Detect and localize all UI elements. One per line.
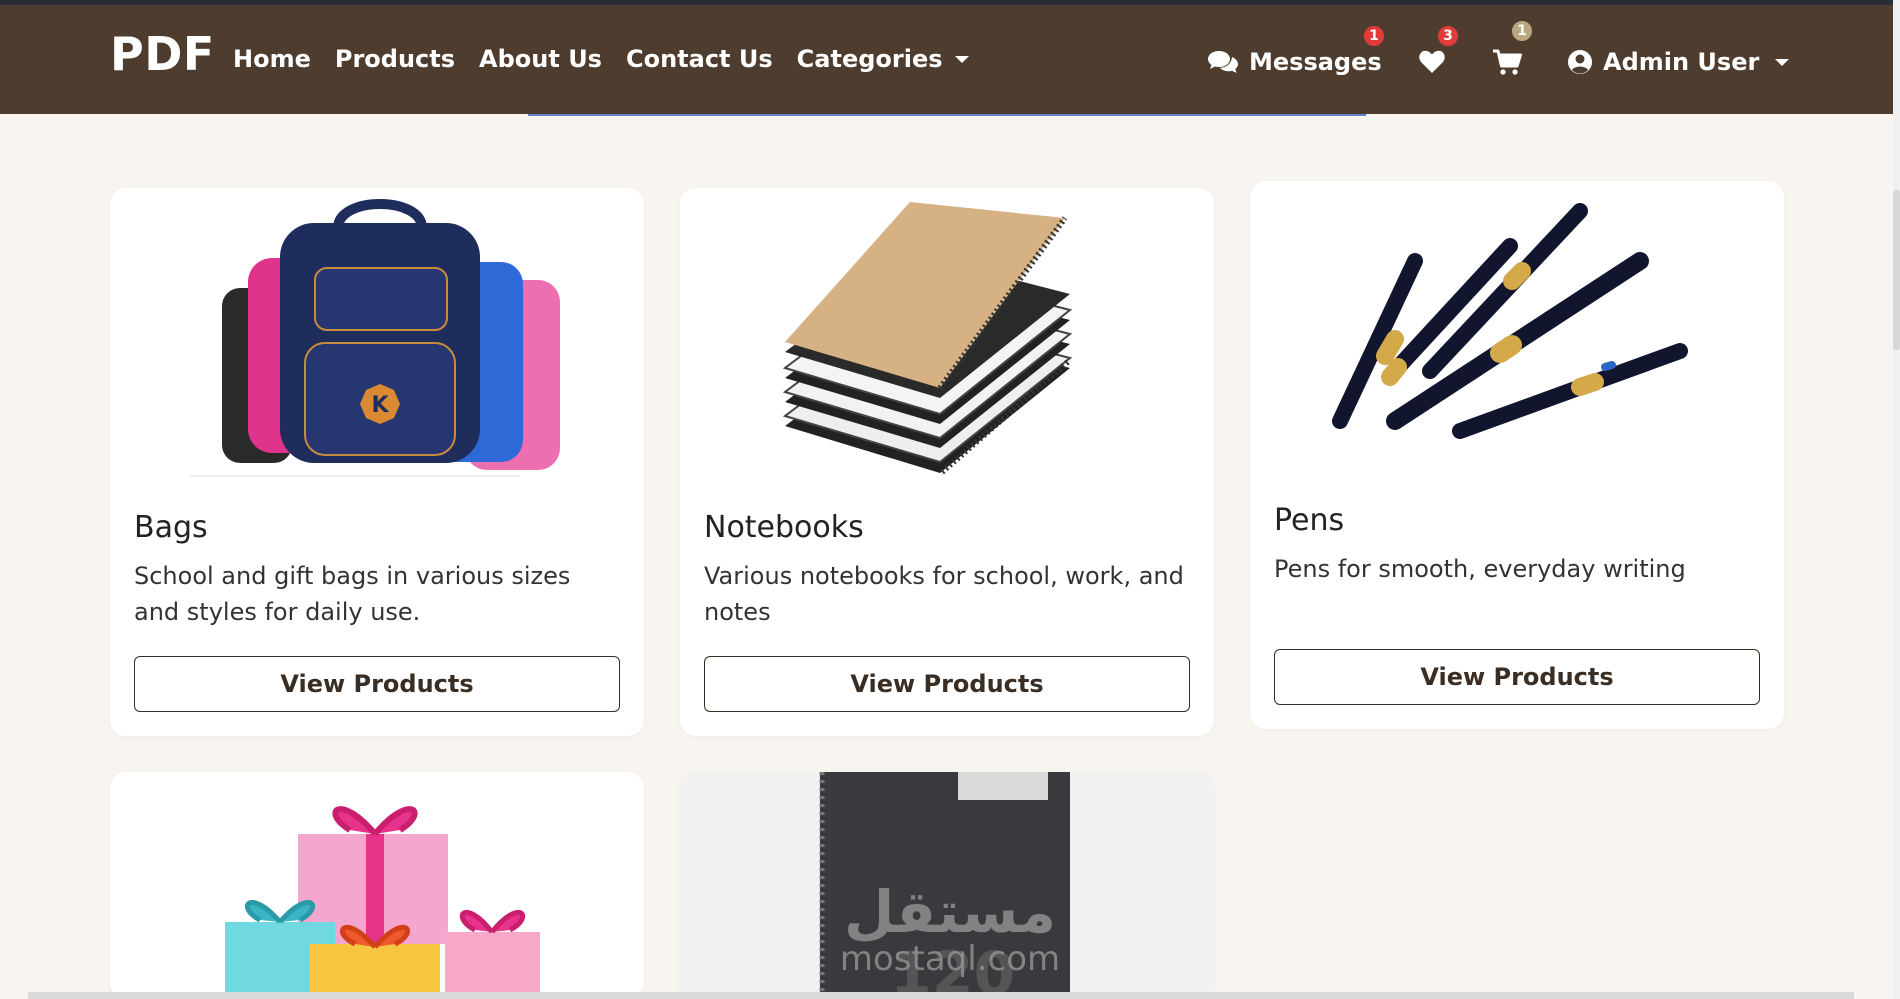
card-title: Pens xyxy=(1274,503,1345,538)
category-card-pens: Pens Pens for smooth, everyday writing V… xyxy=(1250,181,1784,729)
categories-label: Categories xyxy=(796,45,943,73)
section-underline xyxy=(528,114,1366,116)
user-menu[interactable]: Admin User xyxy=(1567,42,1790,82)
caret-down-icon xyxy=(1775,58,1790,66)
category-card-notebooks: Notebooks Various notebooks for school, … xyxy=(680,188,1214,736)
card-description: School and gift bags in various sizes an… xyxy=(134,562,571,626)
horizontal-scrollbar[interactable] xyxy=(28,992,1854,999)
cart-icon xyxy=(1493,49,1522,75)
svg-text:K: K xyxy=(371,393,389,418)
backpack-image: K xyxy=(190,199,560,477)
pens-image xyxy=(1332,203,1688,439)
view-products-button[interactable]: View Products xyxy=(1274,649,1760,705)
brand-logo[interactable]: PDF xyxy=(110,27,215,81)
messages-link[interactable]: Messages 1 xyxy=(1207,24,1386,82)
nav-link-contact[interactable]: Contact Us xyxy=(626,45,773,73)
heart-icon xyxy=(1419,50,1445,73)
user-circle-icon xyxy=(1568,50,1592,74)
nav-dropdown-categories[interactable]: Categories xyxy=(797,45,969,73)
card-description: Pens for smooth, everyday writing xyxy=(1274,555,1686,583)
wishlist-badge: 3 xyxy=(1436,24,1460,48)
view-products-button[interactable]: View Products xyxy=(134,656,620,712)
caret-down-icon xyxy=(954,55,969,63)
spiral-notebook-image: 120 مستقل mostaql.com xyxy=(680,772,1214,999)
notebooks-image xyxy=(782,202,1073,475)
messages-label: Messages xyxy=(1249,48,1382,76)
category-card-notebook-photo: 120 مستقل mostaql.com xyxy=(680,772,1214,999)
wishlist-link[interactable]: 3 xyxy=(1418,24,1460,82)
watermark-latin: mostaql.com xyxy=(840,939,1060,979)
nav-link-about[interactable]: About Us xyxy=(479,45,602,73)
cart-badge: 1 xyxy=(1510,19,1534,43)
comments-icon xyxy=(1208,51,1238,73)
category-card-gifts xyxy=(110,772,644,999)
cart-link[interactable]: 1 xyxy=(1492,19,1534,82)
card-title: Bags xyxy=(134,510,208,545)
watermark-arabic: مستقل xyxy=(844,878,1056,946)
nav-link-home[interactable]: Home xyxy=(233,45,311,73)
user-label: Admin User xyxy=(1603,48,1760,76)
gift-boxes-image xyxy=(225,806,540,999)
nav-links: Home Products About Us Contact Us Catego… xyxy=(233,45,969,73)
nav-link-products[interactable]: Products xyxy=(335,45,455,73)
card-description: Various notebooks for school, work, and … xyxy=(704,562,1184,626)
card-title: Notebooks xyxy=(704,510,864,545)
category-card-bags: K Bags School and gift bags in various s… xyxy=(110,188,644,736)
navbar: PDF Home Products About Us Contact Us Ca… xyxy=(0,5,1893,114)
vertical-scrollbar[interactable] xyxy=(1893,0,1900,999)
vertical-scrollbar-thumb[interactable] xyxy=(1893,190,1900,350)
view-products-button[interactable]: View Products xyxy=(704,656,1190,712)
messages-badge: 1 xyxy=(1362,24,1386,48)
